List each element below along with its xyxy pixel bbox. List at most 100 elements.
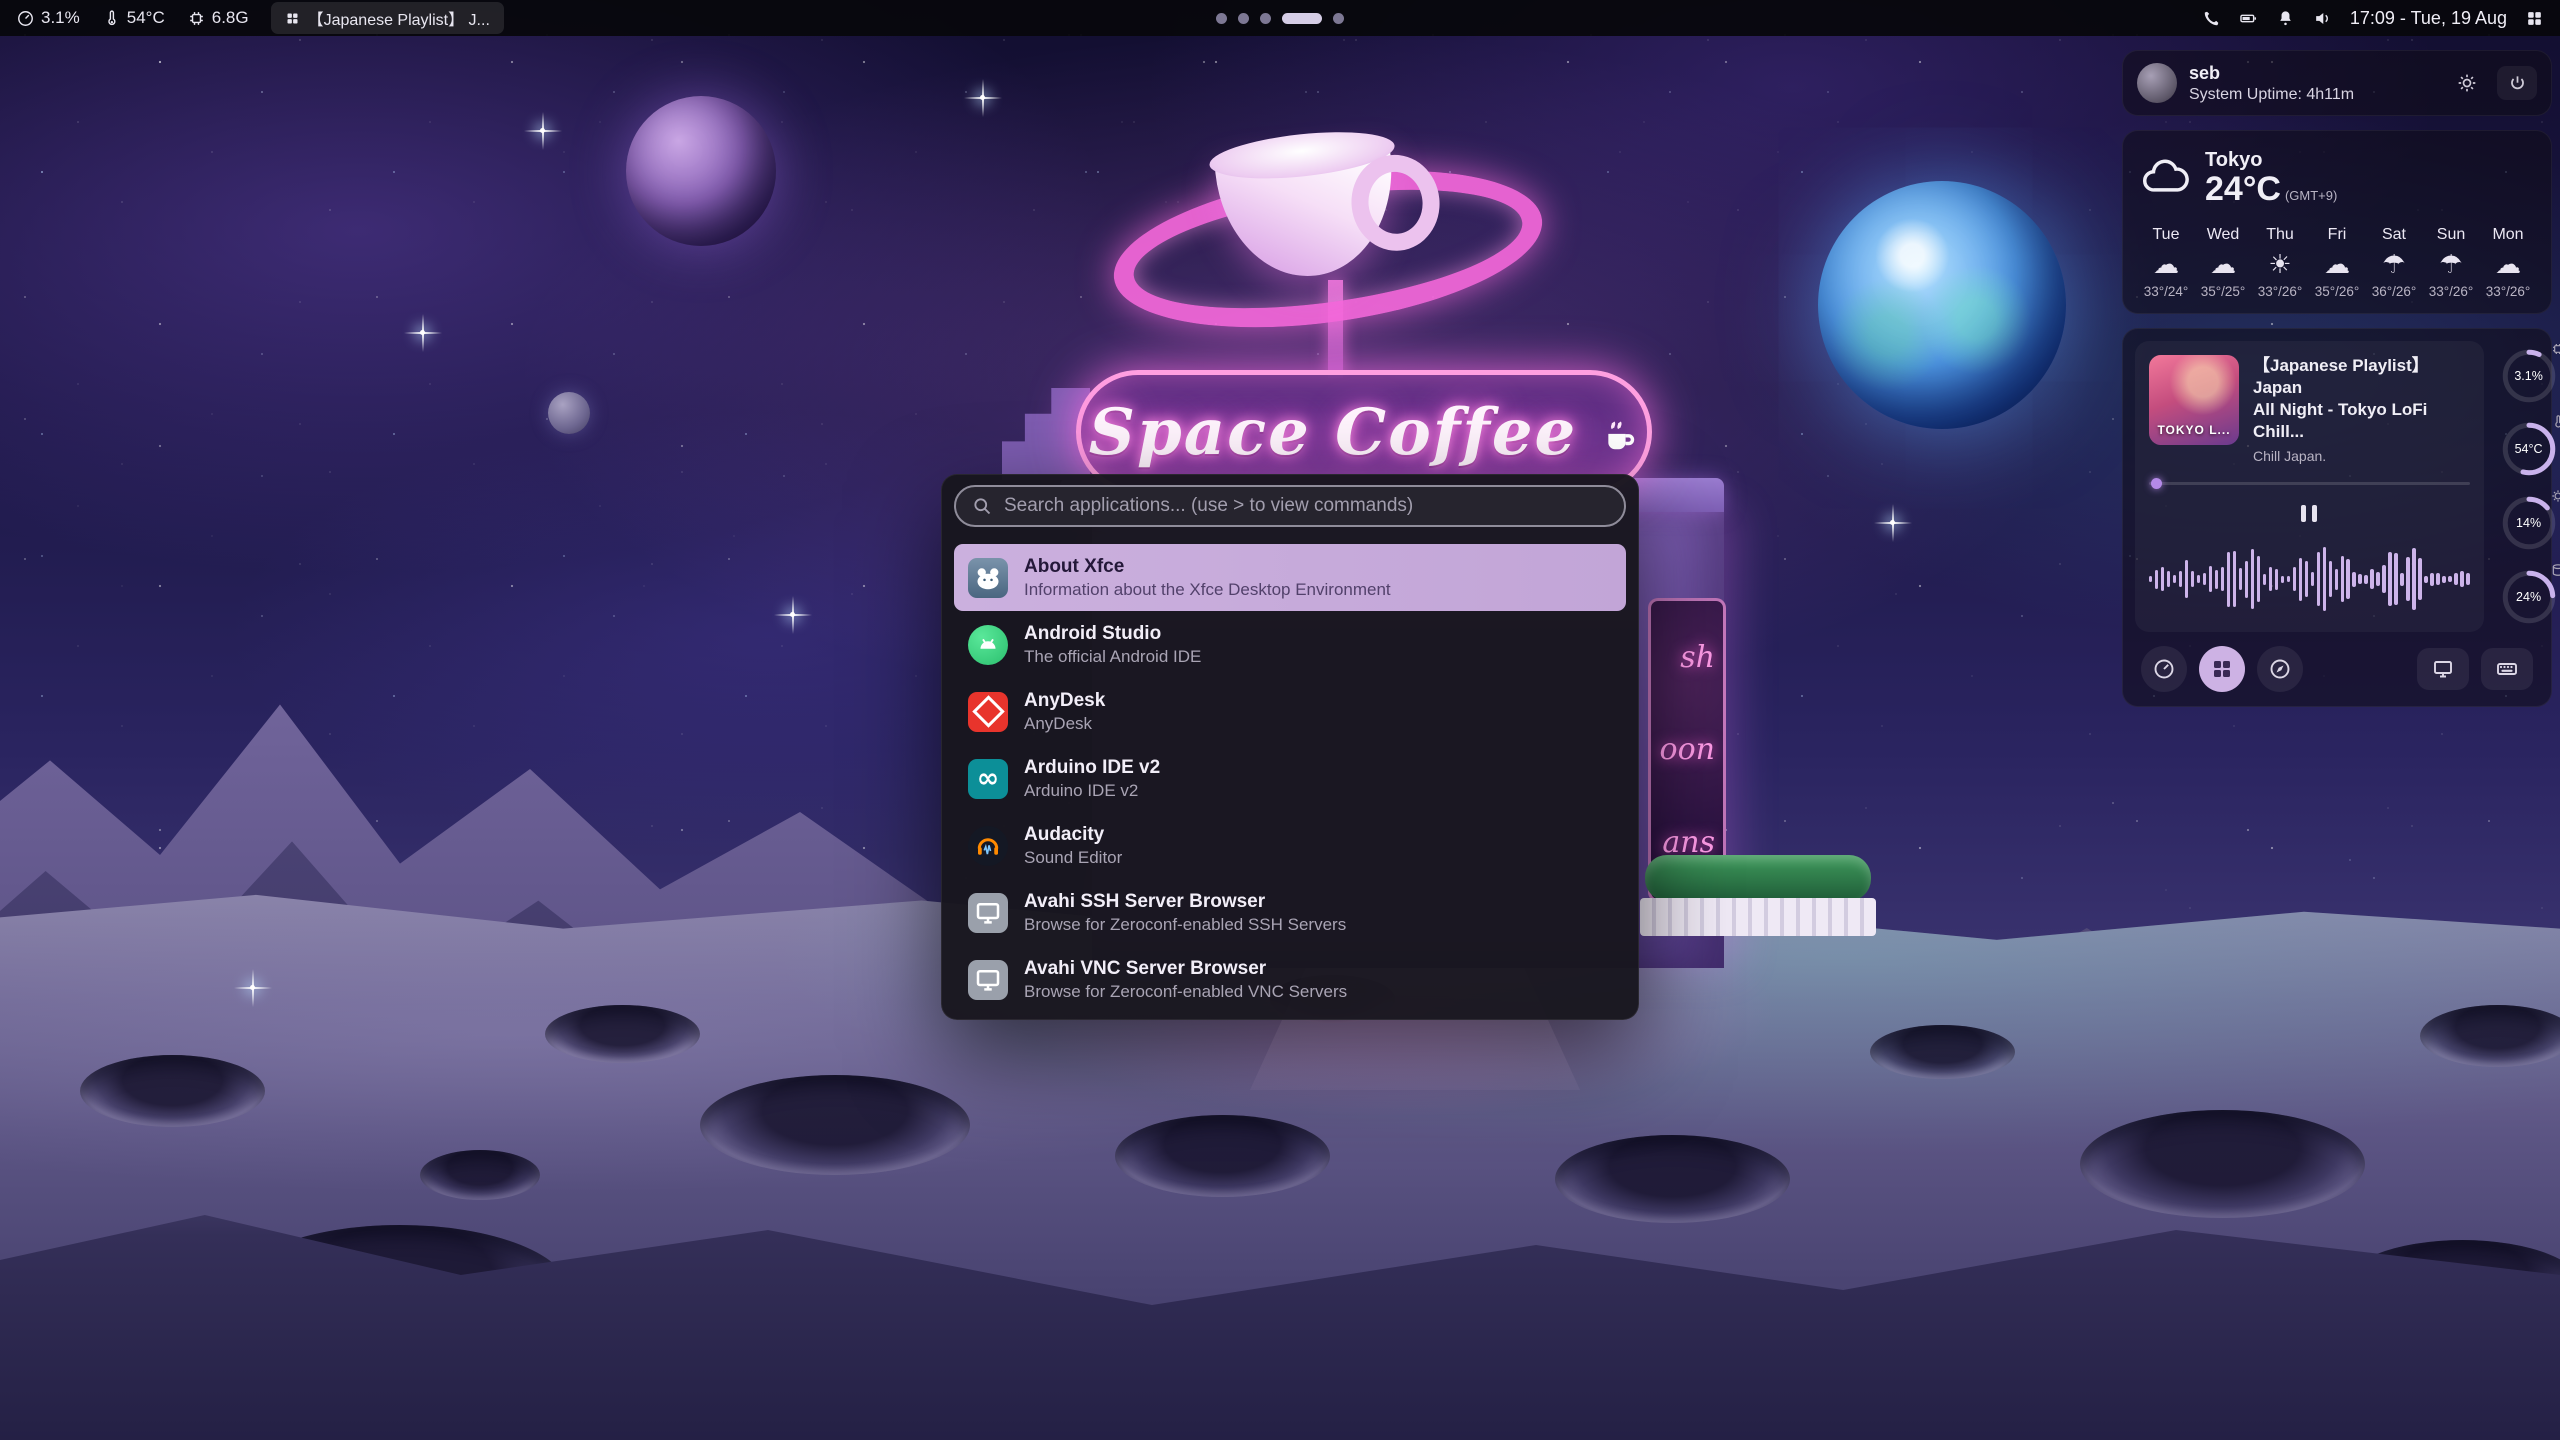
- app-name: Arduino IDE v2: [1024, 756, 1160, 780]
- waveform-bar: [2149, 576, 2152, 582]
- cpu-value: 3.1%: [41, 8, 80, 28]
- workspace-dot[interactable]: [1238, 13, 1249, 24]
- audacity-icon: [968, 826, 1008, 866]
- app-row-anydesk[interactable]: AnyDesk AnyDesk: [954, 678, 1626, 745]
- display-button[interactable]: [2417, 648, 2469, 690]
- waveform-bar: [2323, 547, 2326, 612]
- waveform-bar: [2436, 573, 2439, 585]
- settings-button[interactable]: [2447, 66, 2487, 100]
- waveform-bar: [2299, 558, 2302, 601]
- disk-gauge: 24%: [2496, 564, 2560, 630]
- app-desc: Information about the Xfce Desktop Envir…: [1024, 579, 1391, 600]
- keyboard-button[interactable]: [2481, 648, 2533, 690]
- phone-icon[interactable]: [2202, 9, 2221, 28]
- app-grid-icon[interactable]: [2525, 9, 2544, 28]
- star-sparkle: [420, 330, 425, 335]
- app-row-avahi-vnc[interactable]: Avahi VNC Server Browser Browse for Zero…: [954, 946, 1626, 1013]
- workspace-dot[interactable]: [1260, 13, 1271, 24]
- progress-thumb[interactable]: [2151, 478, 2162, 489]
- app-name: Avahi SSH Server Browser: [1024, 890, 1346, 914]
- waveform-bar: [2197, 575, 2200, 583]
- app-row-avahi-ssh[interactable]: Avahi SSH Server Browser Browse for Zero…: [954, 879, 1626, 946]
- app-desc: Browse for Zeroconf-enabled SSH Servers: [1024, 914, 1346, 935]
- waveform-bar: [2263, 574, 2266, 585]
- waveform-bar: [2442, 576, 2445, 583]
- star-sparkle: [790, 612, 795, 617]
- memory-gauge: 14%: [2496, 490, 2560, 556]
- waveform-bar: [2394, 553, 2397, 604]
- window-grid-icon: [285, 11, 300, 26]
- waveform-bar: [2358, 574, 2361, 584]
- waveform-bar: [2275, 569, 2278, 590]
- app-row-audacity[interactable]: Audacity Sound Editor: [954, 812, 1626, 879]
- forecast-day: Tue☁33°/24°: [2139, 226, 2193, 299]
- notifications-bell-icon[interactable]: [2276, 9, 2295, 28]
- waveform-bar: [2203, 573, 2206, 586]
- media-progress[interactable]: [2149, 478, 2470, 488]
- compass-icon: [2268, 657, 2292, 681]
- waveform-bar: [2460, 571, 2463, 587]
- workspace-dot[interactable]: [1216, 13, 1227, 24]
- waveform-bar: [2317, 552, 2320, 606]
- waveform-bar: [2191, 571, 2194, 587]
- app-row-arduino[interactable]: ∞ Arduino IDE v2 Arduino IDE v2: [954, 745, 1626, 812]
- keyboard-icon: [2495, 657, 2519, 681]
- app-row-android-studio[interactable]: Android Studio The official Android IDE: [954, 611, 1626, 678]
- waveform-bar: [2424, 576, 2427, 583]
- waveform-bar: [2406, 557, 2409, 602]
- power-button[interactable]: [2497, 66, 2537, 100]
- apps-button[interactable]: [2199, 646, 2245, 692]
- search-input[interactable]: [1002, 494, 1608, 518]
- weather-timezone: (GMT+9): [2285, 188, 2337, 203]
- small-moon: [548, 392, 590, 434]
- topbar-metrics: 3.1% 54°C 6.8G 【Japanese Playlist】 J...: [0, 2, 504, 34]
- workspace-active[interactable]: [1282, 13, 1322, 24]
- forecast-day: Wed☁35°/25°: [2196, 226, 2250, 299]
- now-playing-pill[interactable]: 【Japanese Playlist】 J...: [271, 2, 504, 34]
- app-launcher: About Xfce Information about the Xfce De…: [941, 474, 1639, 1020]
- avahi-monitor-icon: [968, 893, 1008, 933]
- workspace-indicator: [1216, 0, 1344, 36]
- gear-icon: [2550, 488, 2560, 504]
- purple-planet: [626, 96, 776, 246]
- app-name: Avahi VNC Server Browser: [1024, 957, 1347, 981]
- weather-icon: ☂: [2424, 250, 2478, 280]
- cpu-metric: 3.1%: [16, 8, 80, 28]
- memory-value: 6.8G: [212, 8, 249, 28]
- system-uptime: System Uptime: 4h11m: [2189, 86, 2354, 104]
- app-row-about-xfce[interactable]: About Xfce Information about the Xfce De…: [954, 544, 1626, 611]
- cpu-gauge: 3.1%: [2496, 343, 2560, 409]
- compass-button[interactable]: [2257, 646, 2303, 692]
- star-sparkle: [1890, 520, 1895, 525]
- user-avatar: [2137, 63, 2177, 103]
- waveform-bar: [2305, 561, 2308, 596]
- waveform-bar: [2329, 561, 2332, 597]
- waveform-bar: [2251, 549, 2254, 609]
- thermometer-icon: [102, 9, 121, 28]
- media-card: TOKYO L... 【Japanese Playlist】 Japan All…: [2135, 341, 2484, 632]
- weather-forecast: Tue☁33°/24° Wed☁35°/25° Thu☀33°/26° Fri☁…: [2139, 226, 2535, 299]
- waveform-bar: [2287, 576, 2290, 582]
- user-card: seb System Uptime: 4h11m: [2122, 50, 2552, 116]
- system-gauges: 3.1% 54°C 14% 24%: [2496, 341, 2560, 632]
- forecast-day: Sun☂33°/26°: [2424, 226, 2478, 299]
- performance-button[interactable]: [2141, 646, 2187, 692]
- launcher-search[interactable]: [954, 485, 1626, 527]
- waveform-bar: [2352, 572, 2355, 587]
- waveform-bar: [2382, 565, 2385, 593]
- app-desc: The official Android IDE: [1024, 646, 1201, 667]
- waveform-bar: [2376, 572, 2379, 585]
- battery-icon[interactable]: [2239, 9, 2258, 28]
- thermometer-icon: [2550, 414, 2560, 430]
- waveform-bar: [2293, 567, 2296, 592]
- workspace-dot[interactable]: [1333, 13, 1344, 24]
- waveform-bar: [2412, 548, 2415, 611]
- waveform-bar: [2400, 573, 2403, 586]
- waveform-bar: [2167, 571, 2170, 588]
- app-name: About Xfce: [1024, 555, 1391, 579]
- speedometer-icon: [2152, 657, 2176, 681]
- volume-icon[interactable]: [2313, 9, 2332, 28]
- clock[interactable]: 17:09 - Tue, 19 Aug: [2350, 8, 2507, 29]
- forecast-day: Sat☂36°/26°: [2367, 226, 2421, 299]
- pause-button[interactable]: [2291, 498, 2327, 528]
